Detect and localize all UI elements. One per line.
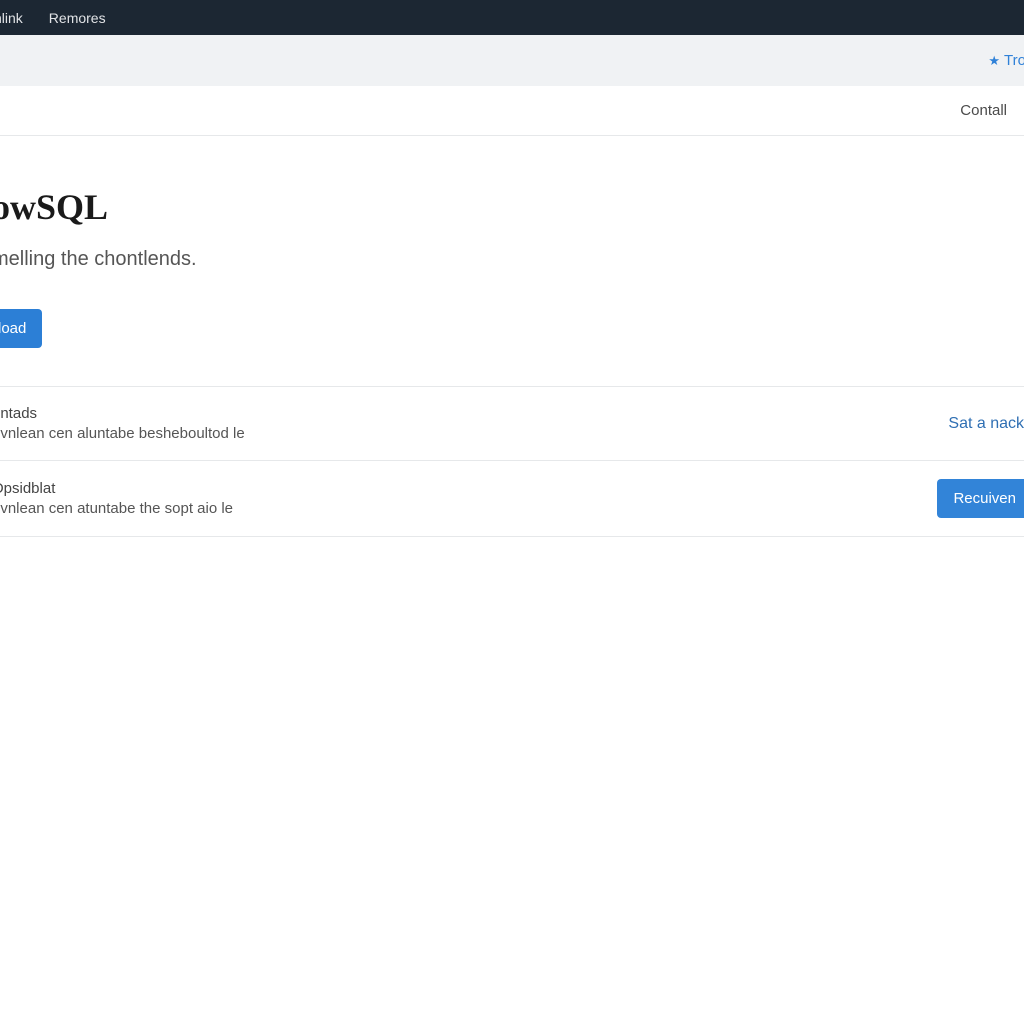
list-row-action-link[interactable]: Sat a nack: [948, 415, 1024, 433]
subnav-star-link-label: Tro: [1004, 52, 1024, 69]
list-row-title: ontads: [0, 405, 245, 422]
subnav-star-link[interactable]: ★ Tro: [988, 52, 1024, 69]
topnav-item-remores[interactable]: Remores: [49, 1, 106, 35]
list-row-text: Opsidblat ovnlean cen atuntabe the sopt …: [0, 480, 233, 517]
topnav-item-nlink[interactable]: nlink: [0, 1, 23, 35]
tab-contall[interactable]: Contall: [960, 102, 1007, 119]
tabs-bar: Contall: [0, 86, 1024, 136]
star-icon: ★: [988, 53, 1000, 69]
download-button[interactable]: load: [0, 309, 42, 348]
sub-navbar: ★ Tro: [0, 35, 1024, 86]
page-title: owSQL: [0, 186, 1024, 228]
top-navbar: nlink Remores: [0, 0, 1024, 35]
hero-section: owSQL melling the chontlends. load: [0, 136, 1024, 387]
list-row-desc: ovnlean cen aluntabe besheboultod le: [0, 425, 245, 442]
page-subtitle: melling the chontlends.: [0, 248, 1024, 271]
list-row-title: Opsidblat: [0, 480, 233, 497]
list-row: ontads ovnlean cen aluntabe besheboultod…: [0, 387, 1024, 461]
list-row-action-button[interactable]: Recuiven: [937, 479, 1024, 518]
list-row-text: ontads ovnlean cen aluntabe besheboultod…: [0, 405, 245, 442]
list-row-desc: ovnlean cen atuntabe the sopt aio le: [0, 500, 233, 517]
list-row: Opsidblat ovnlean cen atuntabe the sopt …: [0, 461, 1024, 537]
